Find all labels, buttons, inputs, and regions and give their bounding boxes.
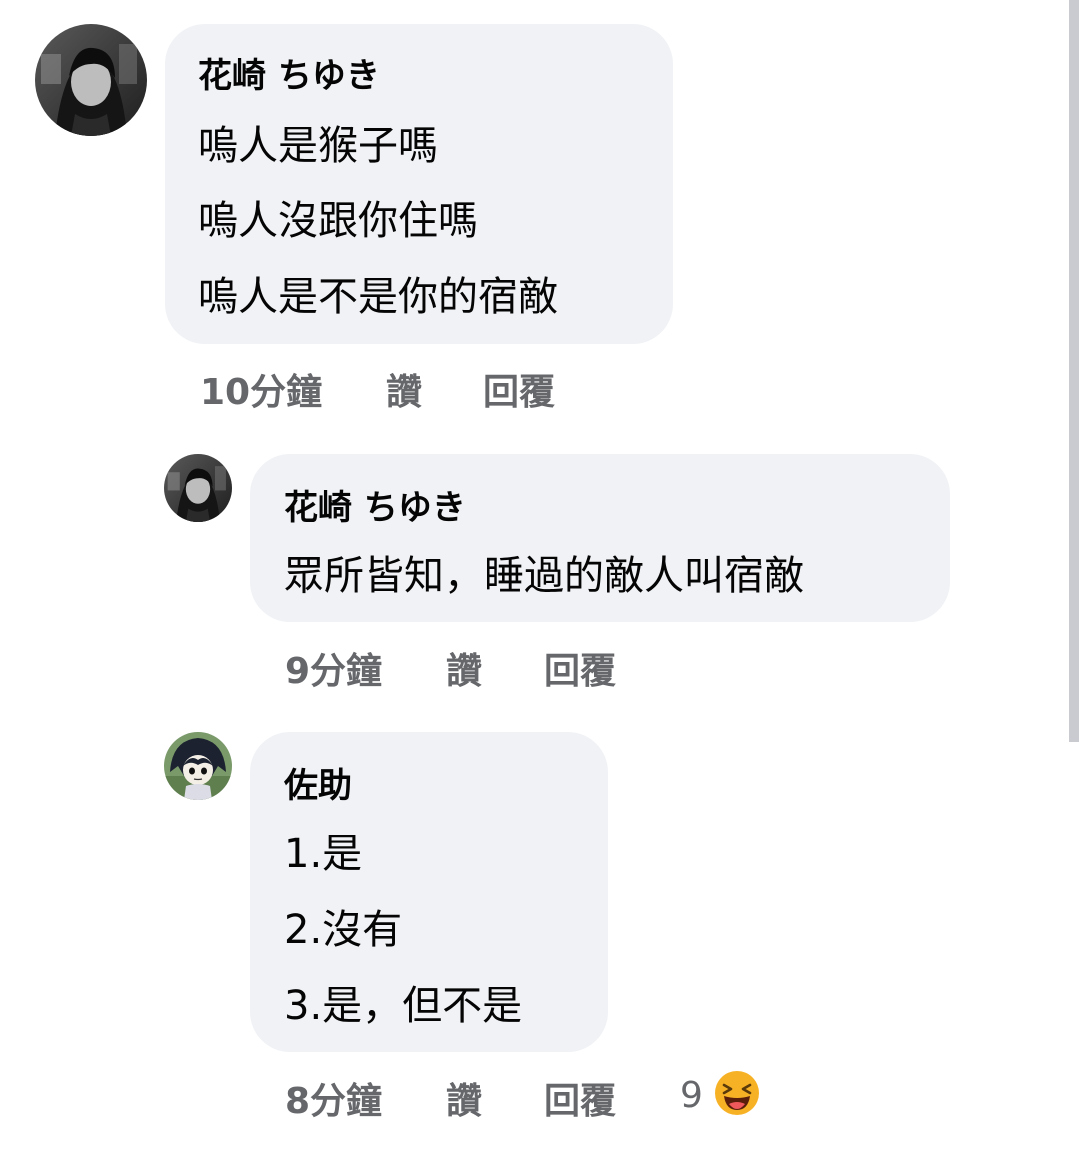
comment-text-line: 嗚人是不是你的宿敵 [198,274,558,320]
like-button[interactable]: 讚 [446,650,482,694]
scrollbar[interactable] [1069,0,1079,742]
reply-button[interactable]: 回覆 [544,650,616,694]
comment-text-line: 嗚人是猴子嗎 [198,123,438,169]
comment-text-line: 嗚人沒跟你住嗎 [198,198,478,244]
comment-text-line: 1.是 [284,831,363,877]
avatar[interactable] [164,454,232,522]
like-button[interactable]: 讚 [386,371,422,415]
comment-author[interactable]: 佐助 [284,766,352,806]
avatar[interactable] [35,24,147,136]
avatar-image-icon [35,24,147,136]
laughing-emoji-icon[interactable] [714,1070,760,1116]
comment-timestamp: 9分鐘 [285,651,383,692]
like-button[interactable]: 讚 [446,1080,482,1124]
comment-author[interactable]: 花崎 ちゆき [284,488,466,528]
comment-timestamp: 8分鐘 [285,1081,383,1122]
avatar-image-icon [164,732,232,800]
avatar[interactable] [164,732,232,800]
comment-timestamp: 10分鐘 [200,372,323,413]
reaction-count[interactable]: 9 [680,1074,703,1118]
comment-text-line: 3.是，但不是 [284,983,523,1029]
avatar-image-icon [164,454,232,522]
reply-button[interactable]: 回覆 [544,1080,616,1124]
comment-text-line: 2.沒有 [284,907,403,953]
comment-author[interactable]: 花崎 ちゆき [198,56,380,96]
reply-button[interactable]: 回覆 [483,371,555,415]
comment-text-line: 眾所皆知，睡過的敵人叫宿敵 [284,553,804,599]
